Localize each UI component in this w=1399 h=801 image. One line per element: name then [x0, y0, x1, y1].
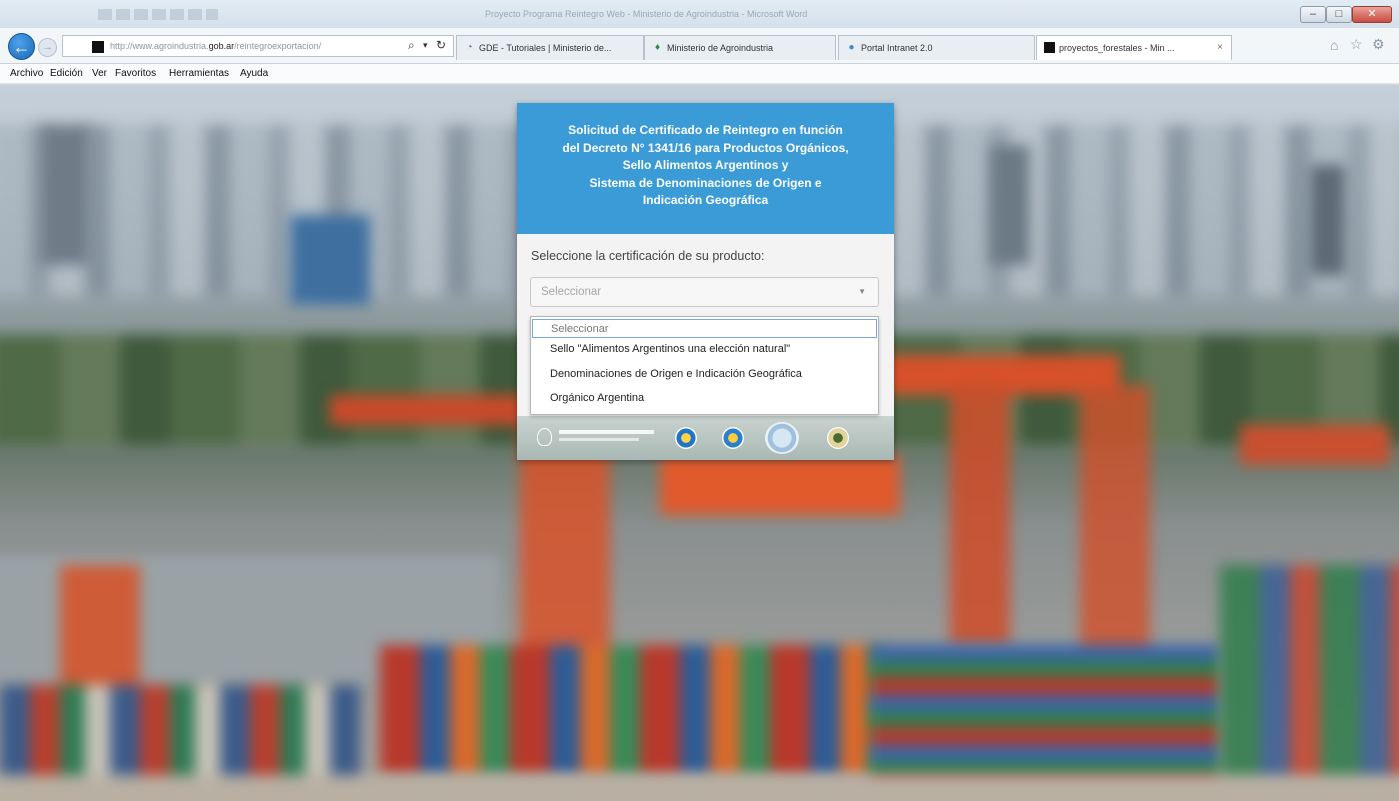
ministry-icon: ♦ — [654, 42, 661, 53]
menu-archivo[interactable]: Archivo — [10, 68, 43, 79]
dialog-title-line: Sistema de Denominaciones de Origen e — [589, 175, 822, 190]
back-button[interactable]: ← — [8, 33, 35, 60]
crane-7 — [1080, 385, 1150, 665]
tab-ministerio-agroindustria[interactable]: ♦ Ministerio de Agroindustria — [644, 35, 836, 60]
gde-icon: ◔ — [466, 42, 473, 53]
dialog-title-line: Solicitud de Certificado de Reintegro en… — [568, 123, 843, 137]
menu-bar: Archivo Edición Ver Favoritos Herramient… — [0, 64, 1399, 84]
search-icon[interactable]: ⌕ — [408, 38, 415, 53]
dialog-title-line: Sello Alimentos Argentinos y — [622, 158, 789, 172]
ministry-logo — [537, 426, 657, 448]
close-window-button[interactable]: ✕ — [1352, 6, 1392, 23]
maximize-button[interactable]: □ — [1326, 6, 1352, 23]
denominacion-origen-badge-icon — [722, 427, 744, 449]
menu-herramientas[interactable]: Herramientas — [169, 68, 229, 79]
crane-6 — [950, 385, 1010, 645]
dialog-header: Solicitud de Certificado de Reintegro en… — [517, 103, 894, 234]
dialog-footer — [517, 416, 894, 460]
certification-select-label: Seleccione la certificación de su produc… — [531, 249, 765, 263]
menu-ayuda[interactable]: Ayuda — [240, 68, 268, 79]
certification-options-list: Seleccionar Sello "Alimentos Argentinos … — [530, 316, 879, 415]
chevron-down-icon: ▼ — [858, 287, 866, 296]
containers-right — [870, 645, 1220, 795]
gear-icon[interactable]: ⚙ — [1372, 36, 1385, 53]
menu-favoritos[interactable]: Favoritos — [115, 68, 156, 79]
quick-access-toolbar — [98, 9, 218, 20]
tower-left — [40, 125, 90, 265]
tab-proyectos-forestales[interactable]: proyectos_forestales - Min ... × — [1036, 35, 1232, 60]
favorites-star-icon[interactable]: ☆ — [1350, 36, 1363, 53]
crane-8 — [1240, 425, 1390, 465]
tower-blue — [290, 215, 370, 305]
site-icon — [1044, 42, 1055, 53]
window-titlebar: Proyecto Programa Reintegro Web - Minist… — [0, 0, 1399, 30]
ministry-logo-text — [559, 430, 654, 434]
tab-portal-intranet[interactable]: ● Portal Intranet 2.0 — [838, 35, 1035, 60]
home-icon[interactable]: ⌂ — [1330, 37, 1338, 53]
ministry-logo-subtext — [559, 438, 639, 441]
option-seleccionar[interactable]: Seleccionar — [532, 319, 877, 338]
forward-button[interactable]: → — [38, 38, 57, 57]
ground — [0, 775, 1399, 801]
chevron-down-icon[interactable]: ▾ — [423, 40, 428, 51]
refresh-icon[interactable]: ↻ — [436, 38, 446, 52]
address-url[interactable]: http://www.agroindustria.gob.ar/reintegr… — [110, 41, 321, 51]
organico-argentina-badge-icon — [827, 427, 849, 449]
certification-select-value: Seleccionar — [541, 286, 602, 298]
site-favicon-icon — [92, 41, 104, 53]
window-title: Proyecto Programa Reintegro Web - Minist… — [485, 9, 808, 19]
crane-4 — [660, 455, 900, 515]
address-bar[interactable]: http://www.agroindustria.gob.ar/reintegr… — [62, 35, 454, 57]
tower-right — [990, 145, 1030, 265]
option-sello-alimentos-argentinos[interactable]: Sello "Alimentos Argentinos una elección… — [532, 343, 877, 355]
navigation-bar: ← → http://www.agroindustria.gob.ar/rein… — [0, 28, 1399, 64]
indicacion-geografica-badge-icon — [765, 422, 799, 454]
minimize-button[interactable]: – — [1300, 6, 1326, 23]
alimentos-argentinos-badge-icon — [675, 427, 697, 449]
portal-icon: ● — [848, 42, 855, 53]
close-tab-icon[interactable]: × — [1217, 42, 1223, 53]
menu-ver[interactable]: Ver — [92, 68, 107, 79]
certification-select[interactable]: Seleccionar ▼ — [530, 277, 879, 307]
containers-center — [380, 645, 880, 775]
national-seal-icon — [537, 428, 552, 446]
option-denominaciones-origen[interactable]: Denominaciones de Origen e Indicación Ge… — [532, 368, 877, 380]
dialog-title-line: Indicación Geográfica — [642, 193, 769, 207]
dialog-title-line: del Decreto N° 1341/16 para Productos Or… — [562, 140, 849, 155]
tab-gde-tutoriales[interactable]: ◔ GDE - Tutoriales | Ministerio de... — [456, 35, 644, 60]
menu-edicion[interactable]: Edición — [50, 68, 83, 79]
option-organico-argentina[interactable]: Orgánico Argentina — [532, 392, 877, 404]
containers-far-right — [1220, 565, 1399, 785]
tower-far-right — [1310, 165, 1345, 275]
